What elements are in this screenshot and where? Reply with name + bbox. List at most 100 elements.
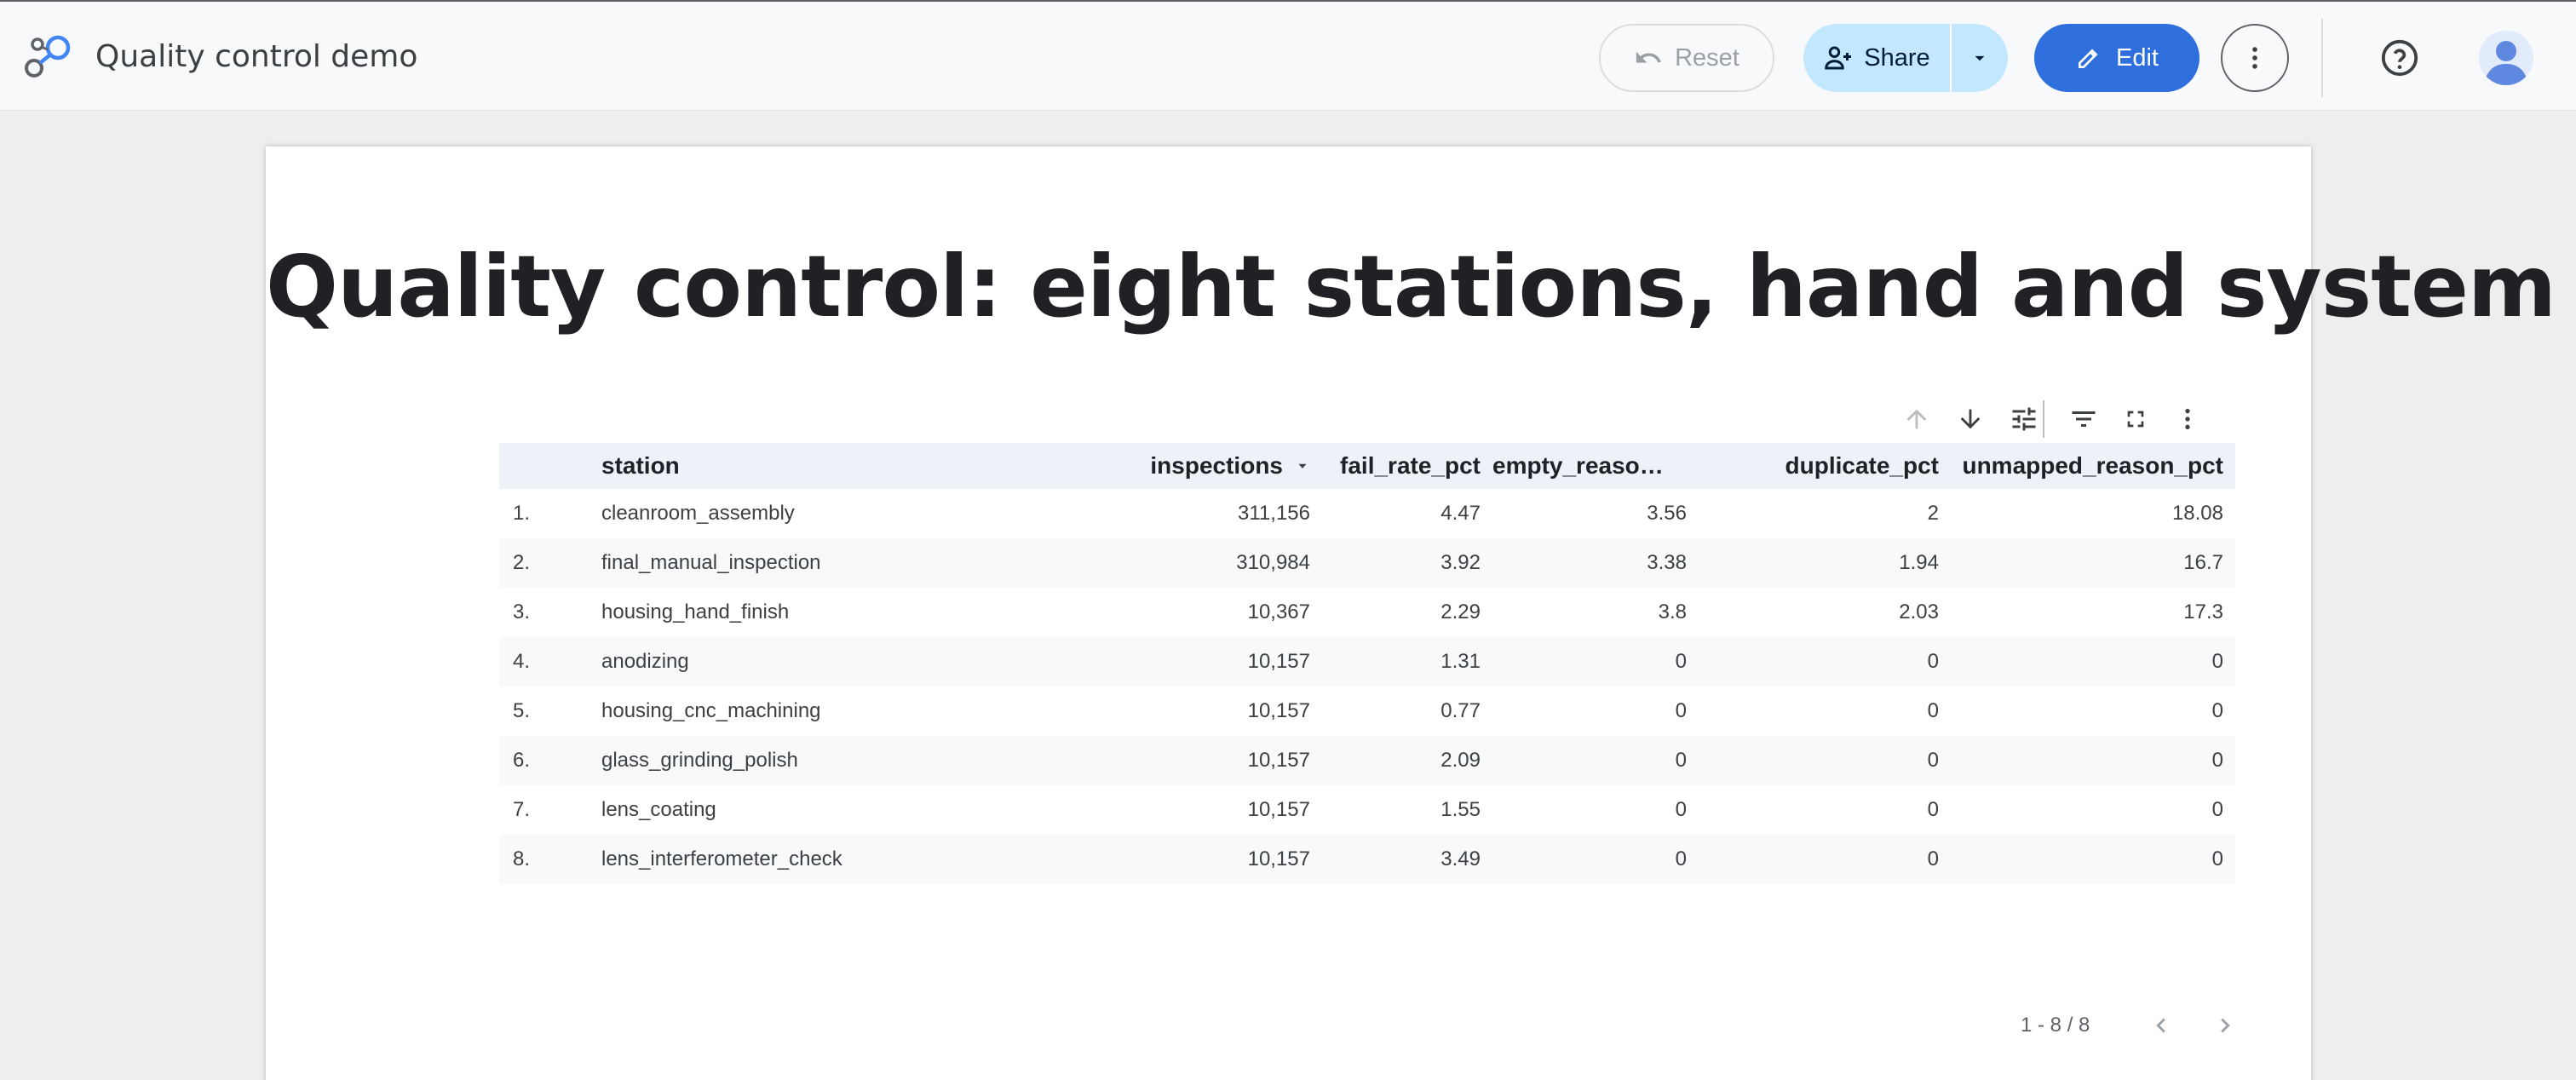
- pagination-range: 1 - 8 / 8: [2021, 1014, 2090, 1037]
- station-cell: housing_cnc_machining: [601, 699, 821, 722]
- unmapped-reason-cell: 18.08: [2171, 502, 2223, 525]
- unmapped-reason-cell: 16.7: [2183, 551, 2223, 574]
- caret-down-icon: [1975, 55, 1985, 61]
- row-index: 4.: [513, 650, 531, 673]
- column-header-label: inspections: [1150, 452, 1283, 479]
- undo-icon: [1636, 51, 1661, 63]
- row-index: 1.: [513, 502, 531, 525]
- inspections-cell: 10,157: [1247, 699, 1310, 722]
- help-circle-icon: [2381, 39, 2418, 77]
- filter-icon: [2072, 411, 2096, 427]
- share-menu-button[interactable]: [1952, 24, 2008, 92]
- table-row[interactable]: 6. glass_grinding_polish 10,157 2.09 0 0…: [499, 736, 2235, 785]
- empty-reason-cell: 0: [1675, 749, 1687, 772]
- fail-rate-cell: 2.29: [1440, 600, 1481, 623]
- unmapped-reason-cell: 0: [2211, 847, 2223, 870]
- unmapped-reason-cell: 0: [2211, 749, 2223, 772]
- tune-button[interactable]: [2000, 394, 2048, 445]
- empty-reason-cell: 0: [1675, 650, 1687, 673]
- help-button[interactable]: [2366, 24, 2434, 92]
- inspections-cell: 311,156: [1238, 502, 1310, 525]
- duplicate-cell: 2.03: [1899, 600, 1939, 623]
- inspections-cell: 10,157: [1247, 847, 1310, 870]
- table-row[interactable]: 5. housing_cnc_machining 10,157 0.77 0 0…: [499, 686, 2235, 736]
- table-row[interactable]: 7. lens_coating 10,157 1.55 0 0 0: [499, 785, 2235, 835]
- unmapped-reason-cell: 0: [2211, 699, 2223, 722]
- column-header-inspections[interactable]: inspections: [1078, 443, 1310, 489]
- more-vert-icon: [2252, 47, 2257, 69]
- fullscreen-button[interactable]: [2112, 394, 2159, 445]
- station-cell: final_manual_inspection: [601, 551, 821, 574]
- empty-reason-cell: 3.38: [1647, 551, 1687, 574]
- next-page-button[interactable]: [2204, 1003, 2246, 1048]
- fail-rate-cell: 1.31: [1440, 650, 1481, 673]
- duplicate-cell: 2: [1927, 502, 1939, 525]
- edit-button[interactable]: Edit: [2034, 24, 2199, 92]
- more-vert-icon: [2185, 409, 2190, 429]
- empty-reason-cell: 3.56: [1647, 502, 1687, 525]
- report-name[interactable]: Quality control demo: [95, 36, 417, 78]
- empty-reason-cell: 0: [1675, 699, 1687, 722]
- sort-descending-icon: [1960, 409, 1981, 429]
- duplicate-cell: 0: [1927, 699, 1939, 722]
- column-header-unmapped-reason[interactable]: unmapped_reason_pct: [1939, 443, 2223, 489]
- station-cell: housing_hand_finish: [601, 600, 790, 623]
- column-header-fail-rate[interactable]: fail_rate_pct: [1310, 443, 1481, 489]
- fail-rate-cell: 0.77: [1440, 699, 1481, 722]
- row-index: 2.: [513, 551, 531, 574]
- table-row[interactable]: 2. final_manual_inspection 310,984 3.92 …: [499, 538, 2235, 588]
- pencil-icon: [2079, 49, 2098, 68]
- reset-button[interactable]: Reset: [1599, 24, 1774, 92]
- duplicate-cell: 0: [1927, 847, 1939, 870]
- inspections-cell: 10,367: [1247, 600, 1310, 623]
- more-options-button[interactable]: [2221, 24, 2289, 92]
- row-index: 5.: [513, 699, 531, 722]
- row-index: 6.: [513, 749, 531, 772]
- unmapped-reason-cell: 0: [2211, 798, 2223, 821]
- unmapped-reason-cell: 0: [2211, 650, 2223, 673]
- fail-rate-cell: 2.09: [1440, 749, 1481, 772]
- duplicate-cell: 0: [1927, 749, 1939, 772]
- reset-label: Reset: [1675, 43, 1739, 72]
- sort-ascending-button[interactable]: [1893, 394, 1941, 445]
- unmapped-reason-cell: 17.3: [2183, 600, 2223, 623]
- column-header-station[interactable]: station: [601, 443, 1078, 489]
- account-avatar-icon[interactable]: [2479, 31, 2533, 85]
- table-more-button[interactable]: [2164, 394, 2211, 445]
- tune-icon: [2012, 407, 2036, 431]
- column-header-empty-reason[interactable]: empty_reaso…: [1481, 443, 1687, 489]
- inspections-cell: 10,157: [1247, 650, 1310, 673]
- sort-descending-button[interactable]: [1946, 394, 1994, 445]
- share-button-group: Share: [1803, 24, 2008, 92]
- toolbar-divider: [2043, 400, 2044, 438]
- sort-descending-indicator-icon: [1295, 458, 1310, 474]
- report-canvas: Quality control: eight stations, hand an…: [266, 146, 2556, 1080]
- empty-reason-cell: 0: [1675, 847, 1687, 870]
- header-divider: [2321, 19, 2323, 97]
- table-row[interactable]: 3. housing_hand_finish 10,367 2.29 3.8 2…: [499, 588, 2235, 637]
- station-cell: anodizing: [601, 650, 689, 673]
- table-row[interactable]: 1. cleanroom_assembly 311,156 4.47 3.56 …: [499, 489, 2235, 538]
- fail-rate-cell: 3.49: [1440, 847, 1481, 870]
- station-cell: glass_grinding_polish: [601, 749, 798, 772]
- duplicate-cell: 0: [1927, 650, 1939, 673]
- previous-page-button[interactable]: [2140, 1003, 2182, 1048]
- station-cell: lens_coating: [601, 798, 716, 821]
- filter-button[interactable]: [2060, 394, 2107, 445]
- table-row[interactable]: 8. lens_interferometer_check 10,157 3.49…: [499, 835, 2235, 884]
- row-index: 7.: [513, 798, 531, 821]
- share-button[interactable]: Share: [1803, 24, 1950, 92]
- looker-studio-logo-icon[interactable]: [24, 32, 72, 80]
- share-label: Share: [1864, 43, 1930, 72]
- edit-label: Edit: [2116, 43, 2159, 72]
- station-cell: cleanroom_assembly: [601, 502, 795, 525]
- row-index: 3.: [513, 600, 531, 623]
- inspections-cell: 10,157: [1247, 798, 1310, 821]
- person-add-icon: [1825, 46, 1852, 70]
- row-index: 8.: [513, 847, 531, 870]
- table-header: station inspections fail_rate_pct empty_…: [499, 443, 2235, 489]
- fail-rate-cell: 3.92: [1440, 551, 1481, 574]
- table-toolbar: [266, 394, 2311, 445]
- table-row[interactable]: 4. anodizing 10,157 1.31 0 0 0: [499, 637, 2235, 686]
- column-header-duplicate[interactable]: duplicate_pct: [1687, 443, 1939, 489]
